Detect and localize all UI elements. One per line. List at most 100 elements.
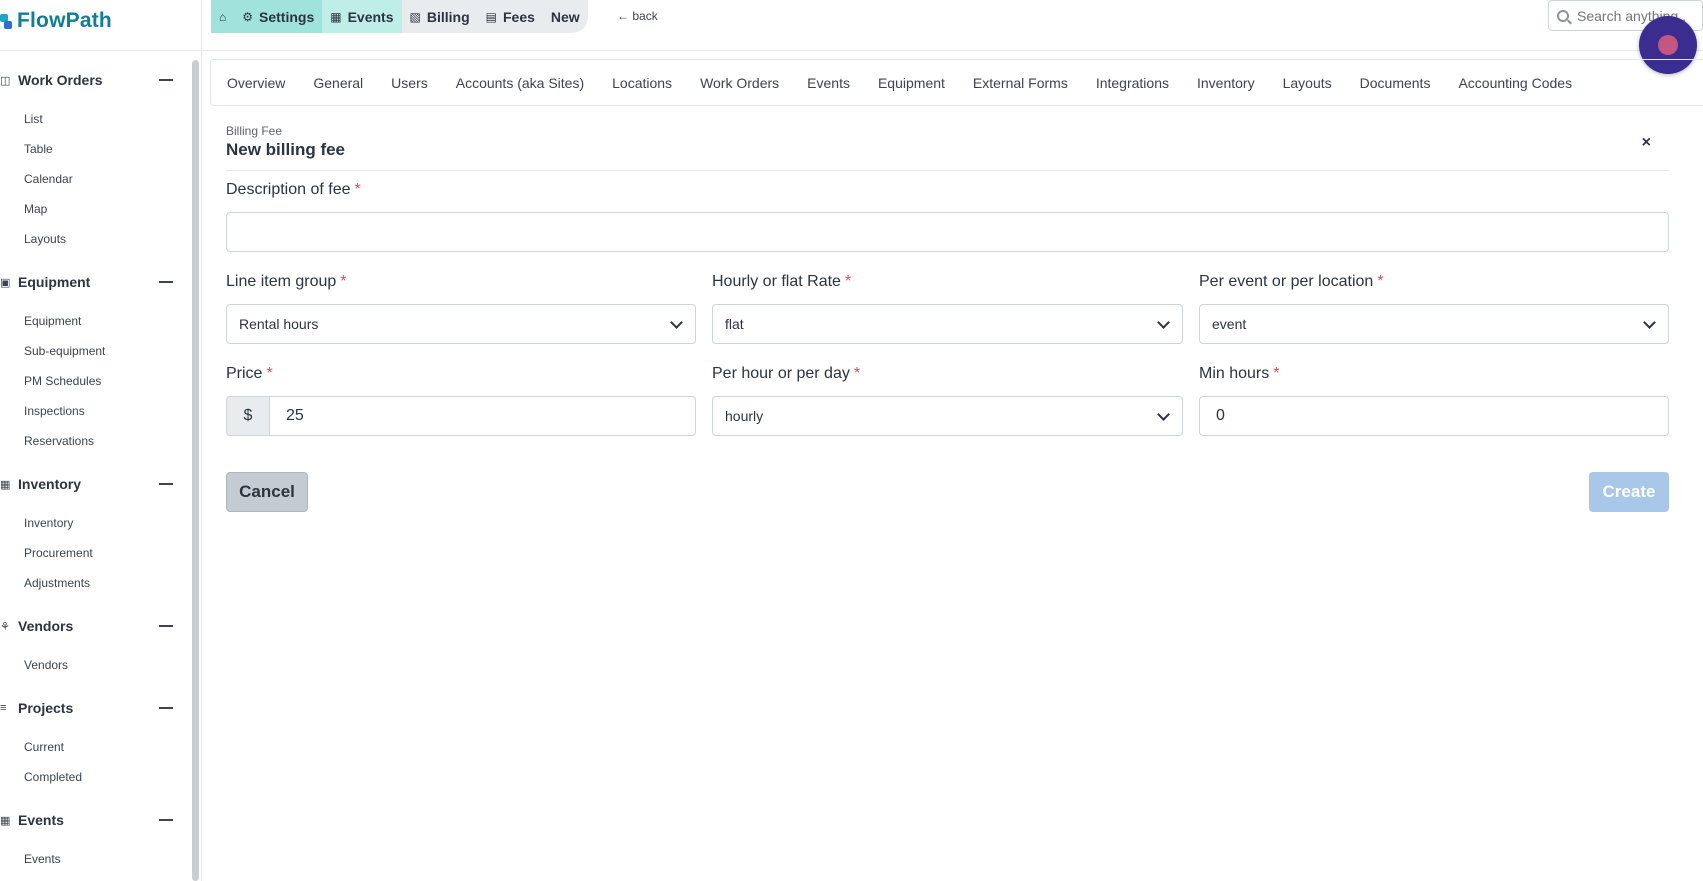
sidebar-item-completed[interactable]: Completed [24,770,82,784]
breadcrumb-settings[interactable]: ⚙ Settings [234,0,323,33]
sidebar-scrollbar[interactable] [192,60,199,881]
sidebar-section-header[interactable]: ▣ Equipment [0,271,185,293]
tab-external-forms[interactable]: External Forms [973,75,1068,91]
calendar-icon: ▦ [0,814,11,827]
per-hour-day-value: hourly [725,408,764,424]
tab-general[interactable]: General [313,75,363,91]
tab-layouts[interactable]: Layouts [1283,75,1332,91]
sidebar-item-pm-schedules[interactable]: PM Schedules [24,374,101,388]
sidebar-item-calendar[interactable]: Calendar [24,172,73,186]
sidebar-section-header[interactable]: ≡ Projects [0,697,185,719]
invoice-icon: ▧ [409,9,421,24]
sidebar-section-projects: ≡ Projects [0,697,185,719]
tab-integrations[interactable]: Integrations [1096,75,1169,91]
breadcrumb-events[interactable]: ▦ Events [322,0,402,33]
required-mark: * [853,365,861,382]
sidebar-item-layouts[interactable]: Layouts [24,232,66,246]
required-mark: * [354,181,361,198]
breadcrumb-new: New [543,0,588,33]
sidebar-item-vendors[interactable]: Vendors [24,658,68,672]
sidebar-section-inventory: ▦ Inventory [0,473,185,495]
chevron-down-icon [1157,408,1170,421]
billing-fee-form: Billing Fee New billing fee × [226,124,1669,171]
sidebar-item-current[interactable]: Current [24,740,64,754]
per-event-location-label-text: Per event or per location [1199,273,1374,290]
sidebar-item-equipment[interactable]: Equipment [24,314,81,328]
sidebar-item-adjustments[interactable]: Adjustments [24,576,90,590]
description-label-text: Description of fee [226,181,351,198]
per-hour-day-select[interactable]: hourly [712,396,1183,436]
per-event-location-label: Per event or per location * [1199,273,1384,291]
sidebar-section-title: Events [18,812,64,828]
back-link[interactable]: ← back [617,9,658,23]
description-input[interactable] [226,212,1669,252]
min-hours-input[interactable]: 0 [1199,396,1669,436]
sidebar-section-header[interactable]: ⚘ Vendors [0,615,185,637]
sidebar-item-procurement[interactable]: Procurement [24,546,93,560]
cancel-button[interactable]: Cancel [226,472,308,512]
sidebar-section-header[interactable]: ◫ Work Orders [0,69,185,91]
sidebar-item-inspections[interactable]: Inspections [24,404,85,418]
tab-locations[interactable]: Locations [612,75,672,91]
min-hours-label-text: Min hours [1199,365,1270,382]
tab-accounts[interactable]: Accounts (aka Sites) [456,75,584,91]
top-bar: ⌂ ⚙ Settings ▦ Events ▧ Billing ▤ Fees N… [203,0,1703,51]
sidebar-section-title: Work Orders [18,72,103,88]
tab-work-orders[interactable]: Work Orders [700,75,779,91]
sidebar-section-header[interactable]: ▦ Inventory [0,473,185,495]
rate-type-value: flat [725,316,744,332]
rate-type-label: Hourly or flat Rate * [712,273,851,291]
sidebar-section-header[interactable]: ▦ Events [0,809,185,831]
arrow-left-icon: ← [617,9,629,23]
sidebar-section-title: Vendors [18,618,74,634]
collapse-icon[interactable] [159,483,173,485]
tab-users[interactable]: Users [391,75,428,91]
sidebar: FlowPath ◫ Work Orders List Table Calend… [0,0,202,881]
close-icon[interactable]: × [1642,134,1651,152]
sidebar-item-reservations[interactable]: Reservations [24,434,94,448]
sidebar-item-list[interactable]: List [24,112,43,126]
settings-tabs: Overview General Users Accounts (aka Sit… [210,59,1703,106]
sidebar-divider [0,50,202,51]
sidebar-item-sub-equipment[interactable]: Sub-equipment [24,344,105,358]
line-item-group-select[interactable]: Rental hours [226,304,696,344]
tab-inventory[interactable]: Inventory [1197,75,1255,91]
breadcrumb-home[interactable]: ⌂ [211,0,235,33]
tab-accounting-codes[interactable]: Accounting Codes [1458,75,1572,91]
sidebar-section-equipment: ▣ Equipment [0,271,185,293]
form-divider [226,170,1669,171]
collapse-icon[interactable] [159,625,173,627]
description-label: Description of fee * [226,181,361,199]
collapse-icon[interactable] [159,79,173,81]
tab-events[interactable]: Events [807,75,850,91]
breadcrumb-label: Settings [259,8,315,25]
home-icon: ⌂ [219,9,227,24]
create-button[interactable]: Create [1589,472,1669,512]
tasks-icon: ≡ [0,702,7,714]
breadcrumb-label: Fees [502,8,535,25]
rate-type-select[interactable]: flat [712,304,1183,344]
tab-overview[interactable]: Overview [227,75,285,91]
tab-documents[interactable]: Documents [1360,75,1431,91]
collapse-icon[interactable] [159,819,173,821]
currency-prefix: $ [226,396,270,436]
sidebar-item-table[interactable]: Table [24,142,53,156]
price-input[interactable]: 25 [269,396,696,436]
collapse-icon[interactable] [159,707,173,709]
required-mark: * [1377,273,1384,290]
form-subtitle: Billing Fee [226,124,283,138]
sidebar-item-events[interactable]: Events [24,852,61,866]
line-item-group-label-text: Line item group [226,273,337,290]
breadcrumb-fees[interactable]: ▤ Fees [478,0,543,33]
required-mark: * [844,273,852,290]
collapse-icon[interactable] [159,281,173,283]
breadcrumb-billing[interactable]: ▧ Billing [402,0,478,33]
sidebar-item-inventory[interactable]: Inventory [24,516,73,530]
avatar-dot [1658,35,1678,55]
per-event-location-select[interactable]: event [1199,304,1669,344]
truck-icon: ▣ [0,276,11,289]
logo-icon [0,12,14,30]
app-logo[interactable]: FlowPath [0,8,112,34]
sidebar-item-map[interactable]: Map [24,202,47,216]
tab-equipment[interactable]: Equipment [878,75,945,91]
